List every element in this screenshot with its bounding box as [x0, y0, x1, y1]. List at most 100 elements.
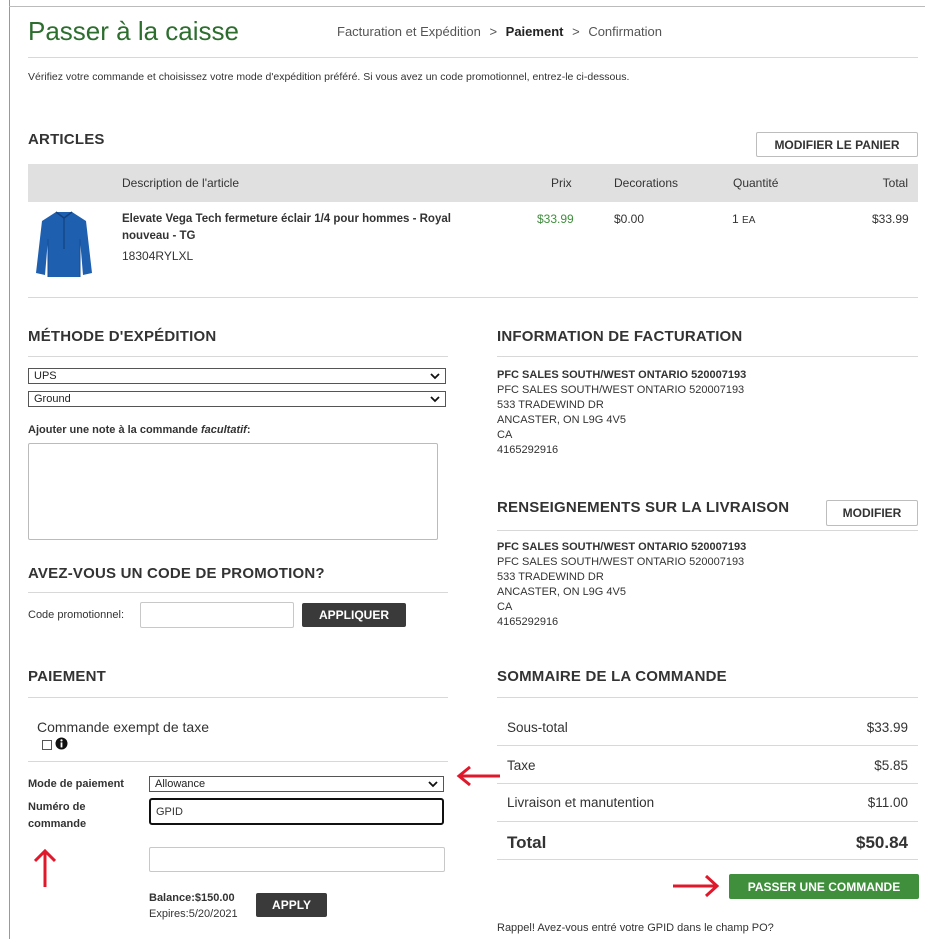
total-value: $50.84: [856, 833, 908, 852]
step-confirmation: Confirmation: [588, 24, 663, 39]
item-name-line1[interactable]: Elevate Vega Tech fermeture éclair 1/4 p…: [122, 213, 451, 225]
checkout-steps-breadcrumb: Facturation et Expédition > Paiement > C…: [337, 24, 662, 39]
tax-value: $5.85: [874, 758, 908, 773]
edit-cart-button[interactable]: MODIFIER LE PANIER: [756, 132, 918, 157]
delivery-line: PFC SALES SOUTH/WEST ONTARIO 520007193: [497, 541, 747, 553]
intro-text: Vérifiez votre commande et choisissez vo…: [28, 71, 630, 83]
billing-line: CA: [497, 429, 513, 441]
item-decorations: $0.00: [614, 212, 645, 226]
apply-allowance-button[interactable]: APPLY: [256, 893, 327, 917]
payment-method-value: Allowance: [155, 778, 206, 790]
arrow-right-icon: [673, 875, 720, 897]
order-note-colon: :: [246, 424, 251, 436]
subtotal-value: $33.99: [866, 720, 908, 735]
window-left-border: [9, 0, 10, 939]
billing-line: PFC SALES SOUTH/WEST ONTARIO 520007193: [497, 369, 747, 381]
billing-line: ANCASTER, ON L9G 4V5: [497, 414, 626, 426]
delivery-line: 533 TRADEWIND DR: [497, 571, 604, 583]
col-total: Total: [882, 176, 908, 190]
item-name-line2[interactable]: nouveau - TG: [122, 230, 195, 242]
delivery-line: CA: [497, 601, 513, 613]
page-title: Passer à la caisse: [28, 16, 239, 46]
arrow-up-icon: [34, 848, 56, 887]
delivery-line: ANCASTER, ON L9G 4V5: [497, 586, 626, 598]
delivery-line: PFC SALES SOUTH/WEST ONTARIO 520007193: [497, 556, 745, 568]
edit-delivery-button[interactable]: MODIFIER: [826, 500, 918, 526]
billing-divider: [497, 356, 918, 357]
shipping-cost-value: $11.00: [867, 795, 908, 810]
item-total: $33.99: [872, 212, 909, 226]
shipping-cost-label: Livraison et manutention: [507, 795, 655, 810]
delivery-line: 4165292916: [497, 616, 559, 628]
allowance-expires: Expires:5/20/2021: [149, 908, 238, 920]
delivery-title: RENSEIGNEMENTS SUR LA LIVRAISON: [497, 499, 790, 516]
header-divider: [28, 57, 918, 58]
billing-line: PFC SALES SOUTH/WEST ONTARIO 520007193: [497, 384, 745, 396]
billing-line: 4165292916: [497, 444, 559, 456]
summary-title: SOMMAIRE DE LA COMMANDE: [497, 668, 727, 685]
jacket-image[interactable]: [34, 209, 94, 279]
delivery-divider: [497, 530, 918, 531]
payment-method-select[interactable]: Allowance: [149, 776, 444, 792]
billing-address: PFC SALES SOUTH/WEST ONTARIO 520007193 P…: [497, 368, 746, 458]
total-label: Total: [507, 833, 547, 852]
item-price: $33.99: [537, 212, 574, 226]
col-quantity: Quantité: [733, 176, 779, 190]
item-quantity: 1 EA: [732, 212, 755, 226]
tax-label: Taxe: [507, 758, 536, 773]
po-number-input[interactable]: GPID: [149, 798, 444, 825]
tax-exempt-divider: [28, 761, 448, 762]
delivery-address: PFC SALES SOUTH/WEST ONTARIO 520007193 P…: [497, 540, 746, 630]
promo-code-input[interactable]: [140, 602, 294, 628]
gpid-reminder: Rappel! Avez-vous entré votre GPID dans …: [497, 922, 774, 934]
shipping-carrier-value: UPS: [34, 370, 57, 382]
promo-code-label: Code promotionnel:: [28, 609, 125, 621]
info-icon[interactable]: [55, 737, 68, 755]
arrow-left-icon: [456, 766, 500, 786]
payment-title: PAIEMENT: [28, 668, 106, 685]
allowance-balance: Balance:$150.00: [149, 892, 235, 904]
billing-title: INFORMATION DE FACTURATION: [497, 328, 743, 345]
summary-divider: [497, 697, 918, 698]
tax-exempt-label: Commande exempt de taxe: [37, 719, 209, 735]
shipping-carrier-select[interactable]: UPS: [28, 368, 446, 384]
articles-title: ARTICLES: [28, 131, 105, 148]
payment-divider: [28, 697, 448, 698]
window-top-border: [9, 6, 925, 7]
articles-divider: [28, 297, 918, 298]
summary-row-divider: [497, 745, 918, 746]
chevron-down-icon: [430, 396, 440, 403]
subtotal-label: Sous-total: [507, 720, 568, 735]
place-order-button[interactable]: PASSER UNE COMMANDE: [729, 874, 919, 899]
col-decorations: Decorations: [614, 176, 679, 190]
apply-promo-button[interactable]: APPLIQUER: [302, 603, 406, 627]
col-description: Description de l'article: [122, 176, 240, 190]
allowance-code-input[interactable]: [149, 847, 445, 872]
summary-row-divider: [497, 783, 918, 784]
order-note-textarea[interactable]: [28, 443, 438, 540]
payment-method-label: Mode de paiement: [28, 778, 124, 790]
order-note-optional: facultatif: [200, 424, 247, 436]
item-quantity-unit: EA: [742, 215, 756, 226]
chevron-down-icon: [430, 373, 440, 380]
item-quantity-value: 1: [732, 212, 739, 226]
shipping-service-value: Ground: [34, 393, 71, 405]
order-note-label-text: Ajouter une note à la commande: [28, 424, 198, 436]
step-separator: >: [489, 24, 498, 39]
po-number-label-line2: commande: [28, 818, 87, 830]
billing-line: 533 TRADEWIND DR: [497, 399, 604, 411]
col-price: Prix: [551, 176, 572, 190]
shipping-title: MÉTHODE D'EXPÉDITION: [28, 328, 217, 345]
chevron-down-icon: [428, 781, 438, 788]
summary-row-divider: [497, 821, 918, 822]
promo-title: AVEZ-VOUS UN CODE DE PROMOTION?: [28, 565, 325, 582]
step-billing: Facturation et Expédition: [337, 24, 481, 39]
step-separator: >: [572, 24, 580, 39]
shipping-service-select[interactable]: Ground: [28, 391, 446, 407]
po-number-label-line1: Numéro de: [28, 801, 86, 813]
articles-table-header: Description de l'article Prix Decoration…: [28, 164, 918, 202]
tax-exempt-checkbox[interactable]: [42, 740, 52, 750]
item-sku: 18304RYLXL: [122, 249, 194, 263]
order-note-label: Ajouter une note à la commande facultati…: [28, 424, 251, 436]
shipping-divider: [28, 356, 448, 357]
